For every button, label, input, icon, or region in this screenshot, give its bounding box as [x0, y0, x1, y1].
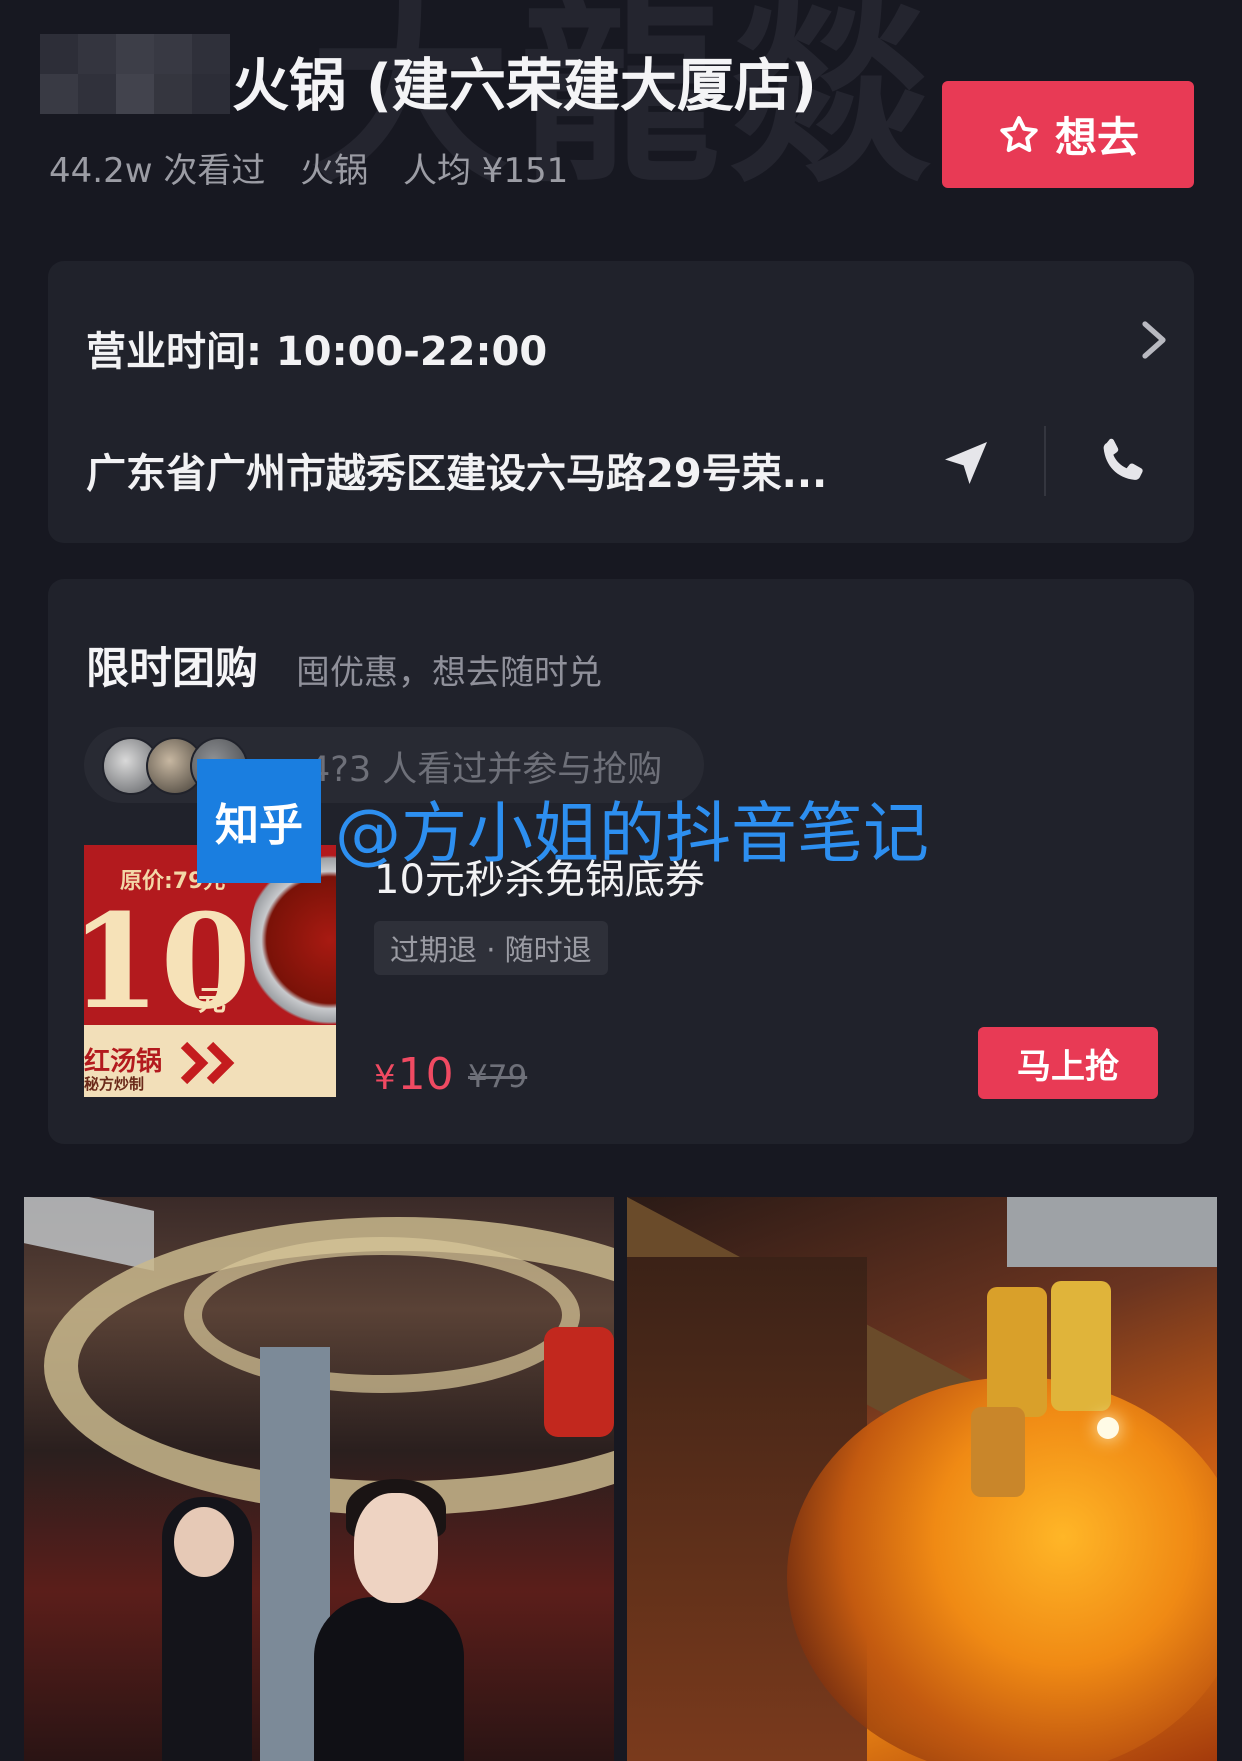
view-count: 44.2w 次看过 [49, 151, 266, 191]
lantern [971, 1407, 1025, 1497]
restaurant-meta: 44.2w 次看过 火锅 人均 ¥151 [49, 143, 592, 192]
restaurant-photo-decor[interactable] [627, 1197, 1217, 1761]
original-price: ¥79 [468, 1059, 528, 1095]
voucher-unit: 元 [198, 984, 227, 1017]
average-price: 人均 ¥151 [402, 151, 569, 191]
currency-symbol: ¥ [374, 1058, 396, 1098]
chevron-right-icon[interactable] [1133, 316, 1173, 364]
presenter-face [354, 1493, 438, 1603]
business-hours[interactable]: 营业时间: 10:00-22:00 [86, 319, 547, 377]
star-icon [1000, 115, 1038, 152]
deal-section-subtitle: 囤优惠，想去随时兑 [296, 653, 602, 693]
navigation-arrow-icon[interactable] [938, 435, 994, 491]
lantern [1051, 1281, 1111, 1411]
air-conditioner [24, 1197, 154, 1271]
presenter-person [314, 1597, 464, 1761]
ceiling-ring-inner [184, 1237, 580, 1393]
ceiling-light [1097, 1417, 1119, 1439]
deal-price: ¥10 [374, 1049, 454, 1100]
want-to-go-button[interactable]: 想去 [942, 81, 1194, 188]
refund-policy-tag: 过期退 · 随时退 [374, 921, 608, 975]
blurred-name-mosaic [40, 34, 230, 114]
double-chevron-icon [180, 1041, 235, 1085]
grab-now-button[interactable]: 马上抢 [978, 1027, 1158, 1099]
staff-head [174, 1507, 234, 1577]
restaurant-title: 火锅 (建六荣建大厦店) [232, 53, 817, 119]
price-value: 10 [397, 1049, 454, 1100]
icon-divider [1044, 426, 1046, 496]
lantern [987, 1287, 1047, 1417]
air-conditioner [1007, 1197, 1217, 1267]
category: 火锅 [300, 151, 369, 191]
red-lantern [544, 1327, 614, 1437]
deal-section-title: 限时团购 [86, 644, 258, 694]
zhihu-logo: 知乎 [197, 759, 321, 883]
author-watermark: @方小姐的抖音笔记 [335, 795, 929, 872]
restaurant-photo-interior[interactable] [24, 1197, 614, 1761]
phone-icon[interactable] [1094, 433, 1152, 491]
store-info-card: 营业时间: 10:00-22:00 广东省广州市越秀区建设六马路29号荣... [48, 261, 1194, 543]
voucher-band-small-text: 秘方炒制 [84, 1075, 145, 1093]
want-to-go-label: 想去 [1054, 113, 1139, 162]
store-address[interactable]: 广东省广州市越秀区建设六马路29号荣... [86, 441, 827, 499]
